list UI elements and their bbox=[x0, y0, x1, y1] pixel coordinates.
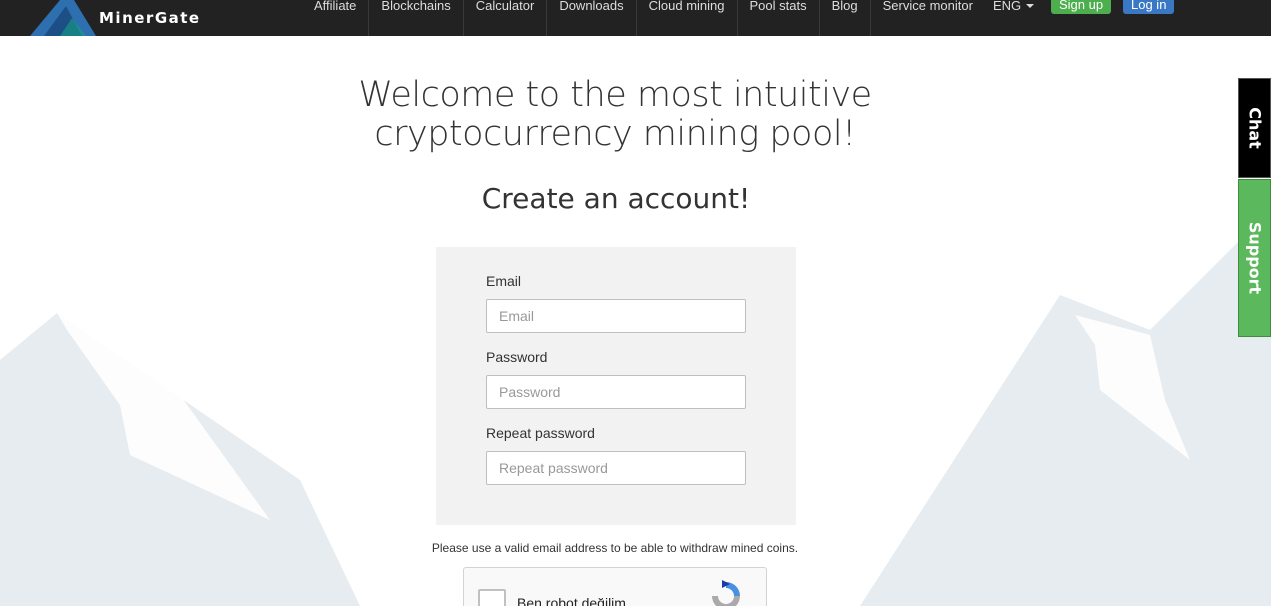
recaptcha-checkbox[interactable] bbox=[478, 589, 506, 606]
repeat-password-label: Repeat password bbox=[486, 425, 595, 441]
password-field[interactable] bbox=[486, 375, 746, 409]
email-notice: Please use a valid email address to be a… bbox=[431, 541, 799, 555]
support-tab[interactable]: Support bbox=[1238, 179, 1271, 337]
nav-label: Calculator bbox=[475, 0, 535, 13]
signup-button[interactable]: Sign up bbox=[1051, 0, 1112, 14]
email-label: Email bbox=[486, 273, 522, 289]
signup-form: Email Password Repeat password bbox=[436, 247, 796, 525]
brand-name: MinerGate bbox=[99, 9, 201, 27]
email-field[interactable] bbox=[486, 299, 746, 333]
nav-label: Blog bbox=[831, 0, 858, 13]
page-headline: Welcome to the most intuitive cryptocurr… bbox=[358, 75, 872, 154]
chat-tab[interactable]: Chat bbox=[1238, 78, 1271, 178]
language-selector[interactable]: ENG bbox=[993, 0, 1035, 13]
language-label: ENG bbox=[993, 0, 1022, 13]
nav-item-blockchains[interactable]: Blockchains bbox=[369, 0, 464, 36]
caret-down-icon bbox=[1026, 4, 1035, 8]
nav-item-affiliate[interactable]: Affiliate bbox=[302, 0, 370, 36]
main-nav: Affiliate Blockchains Calculator Downloa… bbox=[302, 0, 985, 36]
nav-item-pool-stats[interactable]: Pool stats bbox=[738, 0, 820, 36]
nav-label: Cloud mining bbox=[648, 0, 725, 13]
chat-tab-label: Chat bbox=[1245, 107, 1264, 149]
repeat-password-field[interactable] bbox=[486, 451, 746, 485]
nav-label: Affiliate bbox=[314, 0, 357, 13]
support-tab-label: Support bbox=[1245, 221, 1264, 295]
top-navbar: MinerGate Affiliate Blockchains Calculat… bbox=[0, 0, 1271, 36]
nav-label: Service monitor bbox=[882, 0, 973, 13]
nav-label: Pool stats bbox=[749, 0, 807, 13]
nav-label: Downloads bbox=[559, 0, 624, 13]
nav-item-blog[interactable]: Blog bbox=[820, 0, 871, 36]
nav-item-downloads[interactable]: Downloads bbox=[547, 0, 637, 36]
nav-item-calculator[interactable]: Calculator bbox=[464, 0, 548, 36]
mountain-logo-icon bbox=[30, 0, 96, 36]
login-button[interactable]: Log in bbox=[1123, 0, 1175, 14]
page-subheading: Create an account! bbox=[481, 182, 751, 215]
nav-item-service-monitor[interactable]: Service monitor bbox=[871, 0, 985, 36]
nav-label: Blockchains bbox=[381, 0, 451, 13]
recaptcha-label: Ben robot değilim bbox=[517, 595, 626, 606]
password-label: Password bbox=[486, 349, 548, 365]
main-content: Welcome to the most intuitive cryptocurr… bbox=[0, 36, 1271, 606]
brand-logo[interactable]: MinerGate bbox=[30, 0, 220, 36]
nav-item-cloud-mining[interactable]: Cloud mining bbox=[637, 0, 738, 36]
recaptcha-icon bbox=[712, 580, 740, 606]
recaptcha-widget: Ben robot değilim bbox=[463, 567, 767, 606]
